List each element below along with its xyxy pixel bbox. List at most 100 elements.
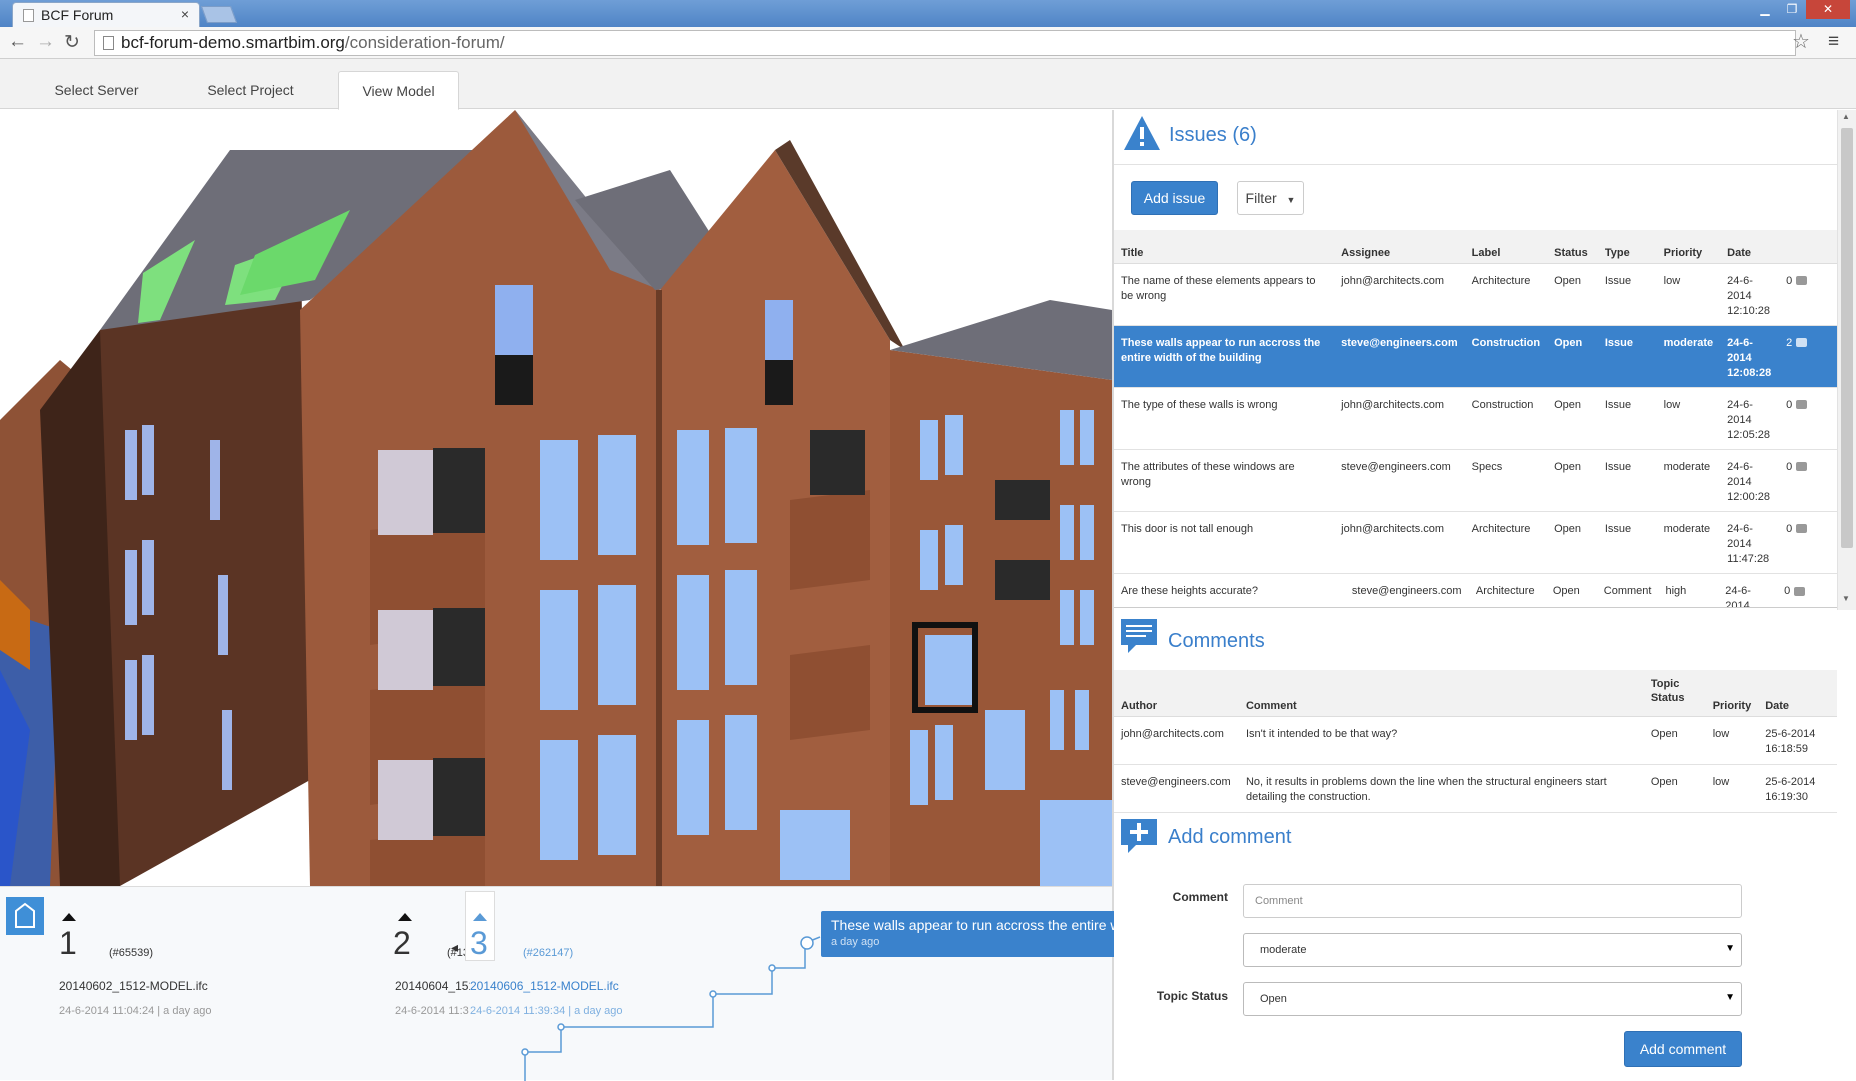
filter-button[interactable]: Filter ▼ xyxy=(1237,181,1304,215)
revision-3-id: (#262147) xyxy=(523,947,574,959)
issues-table: Title Assignee Label Status Type Priorit… xyxy=(1114,230,1837,574)
issue-assignee: john@architects.com xyxy=(1341,522,1445,535)
col-assignee[interactable]: Assignee xyxy=(1334,230,1465,263)
col-priority[interactable]: Priority xyxy=(1706,670,1759,716)
minimize-icon[interactable]: ▁ xyxy=(1752,0,1778,19)
issue-date: 24-6-2014 12:10:28 xyxy=(1727,274,1770,317)
revision-1-file[interactable]: 20140602_1512-MODEL.ifc xyxy=(59,979,208,993)
add-issue-button[interactable]: Add issue xyxy=(1131,181,1218,215)
col-date[interactable]: Date xyxy=(1758,670,1837,716)
scroll-down-icon[interactable]: ▼ xyxy=(1842,594,1850,603)
table-header: Author Comment Topic Status Priority Dat… xyxy=(1114,670,1837,716)
building-3d-render[interactable] xyxy=(0,110,1112,886)
revision-1-up-icon[interactable] xyxy=(62,913,76,921)
tab-close-icon[interactable]: × xyxy=(181,6,189,22)
table-row-selected[interactable]: These walls appear to run accross the en… xyxy=(1114,325,1837,387)
issue-title: Are these heights accurate? xyxy=(1121,585,1258,597)
issue-date: 24-6-2014 11:47:28 xyxy=(1727,522,1770,565)
revision-3-date: 24-6-2014 11:39:34 | a day ago xyxy=(470,1005,623,1017)
table-row[interactable]: Are these heights accurate? steve@engine… xyxy=(1114,574,1837,607)
issue-type: Issue xyxy=(1604,336,1634,349)
issue-type: Issue xyxy=(1604,398,1632,411)
restore-icon[interactable]: ❐ xyxy=(1779,0,1805,19)
filter-label: Filter xyxy=(1245,190,1277,206)
issue-assignee: john@architects.com xyxy=(1341,398,1445,411)
table-row[interactable]: john@architects.com Isn't it intended to… xyxy=(1114,716,1837,764)
col-status[interactable]: Status xyxy=(1547,230,1598,263)
issue-label: Construction xyxy=(1471,336,1541,349)
issues-scrollbar[interactable]: ▲ ▼ xyxy=(1837,110,1856,610)
revision-3-file[interactable]: 20140606_1512-MODEL.ifc xyxy=(470,979,619,993)
comments-title: Comments xyxy=(1168,630,1265,652)
close-window-icon[interactable]: ✕ xyxy=(1806,0,1850,19)
col-date[interactable]: Date xyxy=(1720,230,1779,263)
menu-icon[interactable]: ≡ xyxy=(1828,31,1839,53)
table-row[interactable]: This door is not tall enough john@archit… xyxy=(1114,511,1837,573)
issue-date: 24-6-2014 12:00:28 xyxy=(1727,460,1770,503)
issue-priority: moderate xyxy=(1663,460,1711,473)
comment-input[interactable]: Comment xyxy=(1243,884,1742,918)
dropdown-arrow-icon: ▼ xyxy=(1725,992,1735,1003)
comment-date: 25-6-2014 16:19:30 xyxy=(1765,775,1816,803)
issue-comment-count: 0 xyxy=(1779,387,1837,449)
col-label[interactable]: Label xyxy=(1465,230,1547,263)
page-icon xyxy=(23,9,34,22)
scroll-thumb[interactable] xyxy=(1841,128,1853,548)
issue-status: Open xyxy=(1554,274,1582,287)
topic-status-select[interactable]: Open ▼ xyxy=(1243,982,1742,1016)
table-row[interactable]: The name of these elements appears to be… xyxy=(1114,263,1837,325)
revision-3-up-icon[interactable] xyxy=(473,913,487,921)
prev-revision-icon[interactable]: ◂ xyxy=(451,939,458,956)
issue-type: Comment xyxy=(1603,585,1652,597)
comment-count: 0 xyxy=(1786,398,1793,411)
right-panel: Issues (6) Add issue Filter ▼ Title Assi… xyxy=(1114,110,1837,1080)
issue-priority: high xyxy=(1665,585,1687,597)
col-topic-status[interactable]: Topic Status xyxy=(1644,670,1706,716)
tab-select-server[interactable]: Select Server xyxy=(30,71,163,109)
tab-select-project[interactable]: Select Project xyxy=(183,71,318,109)
col-title[interactable]: Title xyxy=(1114,230,1334,263)
col-author[interactable]: Author xyxy=(1114,670,1239,716)
comment-date: 25-6-2014 16:18:59 xyxy=(1765,727,1816,755)
tab-title: BCF Forum xyxy=(41,7,114,23)
comment-icon xyxy=(1796,462,1808,472)
issue-label: Architecture xyxy=(1471,274,1531,287)
scroll-up-icon[interactable]: ▲ xyxy=(1842,112,1850,121)
topic-status-value: Open xyxy=(1260,993,1287,1005)
issue-comment-count: 0 xyxy=(1779,263,1837,325)
issues-table-overflow: Are these heights accurate? steve@engine… xyxy=(1114,574,1837,608)
browser-tab[interactable]: BCF Forum × xyxy=(12,2,200,28)
table-row[interactable]: steve@engineers.com No, it results in pr… xyxy=(1114,764,1837,812)
col-type[interactable]: Type xyxy=(1598,230,1657,263)
new-tab-button[interactable] xyxy=(200,6,238,23)
tab-view-model[interactable]: View Model xyxy=(338,71,459,110)
table-row[interactable]: The attributes of these windows are wron… xyxy=(1114,449,1837,511)
back-icon[interactable]: ← xyxy=(8,31,27,53)
revision-2-up-icon[interactable] xyxy=(398,913,412,921)
issue-status: Open xyxy=(1554,398,1582,411)
issue-date: 24-6-2014 12:08:28 xyxy=(1727,336,1772,379)
add-comment-button[interactable]: Add comment xyxy=(1624,1031,1742,1067)
revision-2-file[interactable]: 20140604_151 xyxy=(395,979,470,993)
comment-label: Comment xyxy=(1172,890,1228,904)
priority-select[interactable]: moderate ▼ xyxy=(1243,933,1742,967)
issue-assignee: steve@engineers.com xyxy=(1341,336,1458,349)
model-viewer[interactable] xyxy=(0,110,1112,886)
bookmark-star-icon[interactable]: ☆ xyxy=(1792,29,1810,54)
col-priority[interactable]: Priority xyxy=(1657,230,1721,263)
url-field[interactable]: bcf-forum-demo.smartbim.org/consideratio… xyxy=(94,30,1796,56)
comment-priority: low xyxy=(1712,775,1730,788)
forward-icon[interactable]: → xyxy=(36,31,55,53)
issue-label: Architecture xyxy=(1475,585,1535,597)
revision-3-number: 3 xyxy=(470,925,488,961)
reload-icon[interactable]: ↻ xyxy=(64,31,80,54)
issue-status: Open xyxy=(1554,336,1583,349)
issue-status: Open xyxy=(1552,585,1580,597)
col-comments xyxy=(1779,230,1837,263)
comment-count: 0 xyxy=(1786,274,1793,287)
issue-priority: low xyxy=(1663,398,1681,411)
col-comment[interactable]: Comment xyxy=(1239,670,1644,716)
comment-count: 0 xyxy=(1786,460,1793,473)
comment-icon xyxy=(1796,524,1808,534)
table-row[interactable]: The type of these walls is wrong john@ar… xyxy=(1114,387,1837,449)
